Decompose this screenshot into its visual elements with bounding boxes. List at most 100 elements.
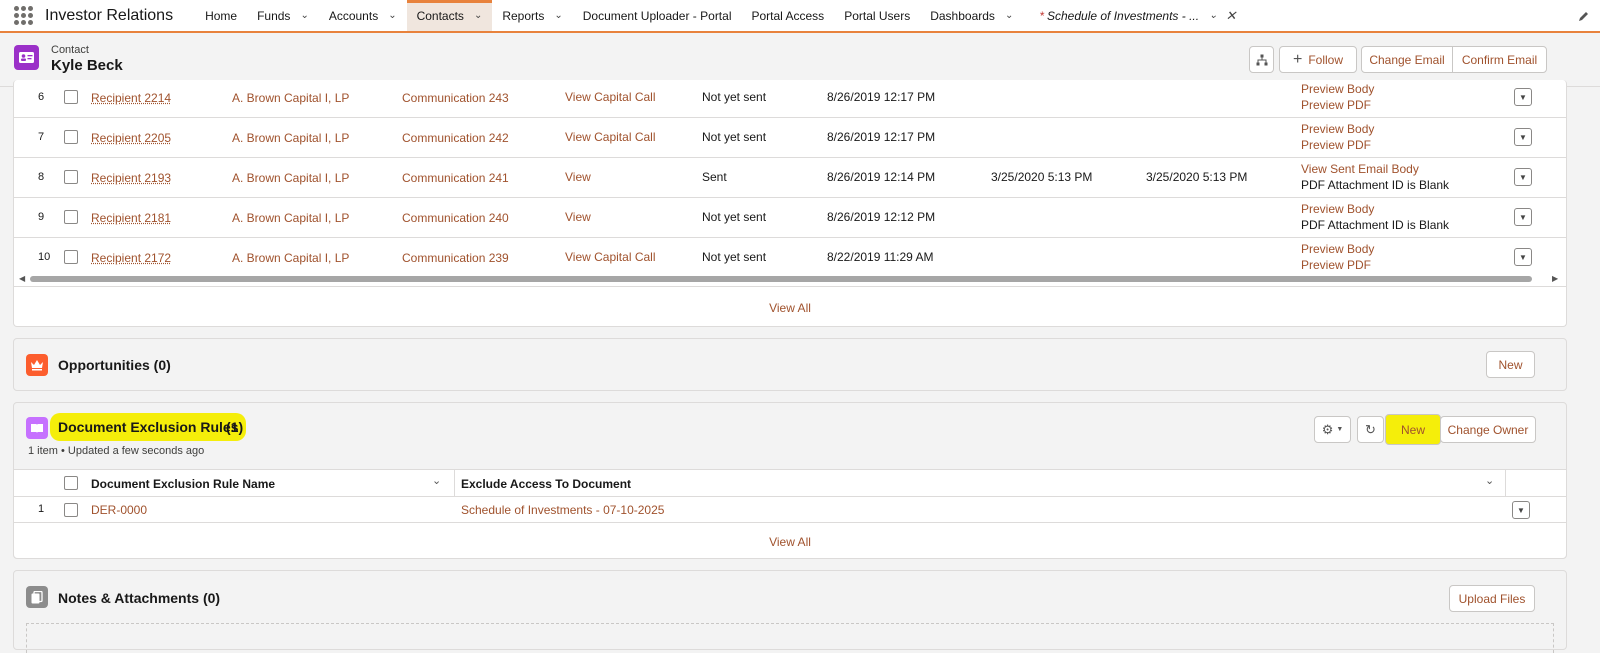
scrollbar-thumb[interactable] bbox=[30, 276, 1532, 282]
recipient-link[interactable]: Recipient 2214 bbox=[91, 91, 171, 105]
recipient-link[interactable]: Recipient 2193 bbox=[91, 171, 171, 185]
change-email-button[interactable]: Change Email bbox=[1361, 46, 1453, 73]
communication-link[interactable]: Communication 242 bbox=[402, 131, 509, 145]
communication-link[interactable]: Communication 243 bbox=[402, 91, 509, 105]
tab-home[interactable]: Home bbox=[195, 0, 247, 31]
row-checkbox[interactable] bbox=[64, 503, 78, 517]
chevron-down-icon[interactable]: ⌄ bbox=[1005, 10, 1013, 21]
row-checkbox[interactable] bbox=[64, 130, 78, 144]
created-date: 8/22/2019 11:29 AM bbox=[827, 250, 934, 264]
tab-accounts[interactable]: Accounts ⌄ bbox=[319, 0, 407, 31]
row-actions-button[interactable]: ▼ bbox=[1514, 128, 1532, 146]
row-checkbox[interactable] bbox=[64, 90, 78, 104]
pencil-icon[interactable] bbox=[1578, 10, 1590, 22]
column-exclude-access[interactable]: Exclude Access To Document bbox=[461, 477, 631, 491]
preview-pdf-link[interactable]: Preview PDF bbox=[1301, 98, 1371, 112]
chevron-down-icon[interactable]: ⌄ bbox=[474, 10, 482, 21]
row-checkbox[interactable] bbox=[64, 250, 78, 264]
view-link[interactable]: View Capital Call bbox=[565, 250, 656, 264]
change-owner-button[interactable]: Change Owner bbox=[1440, 416, 1536, 443]
upload-files-button[interactable]: Upload Files bbox=[1449, 585, 1535, 612]
preview-body-link[interactable]: Preview Body bbox=[1301, 242, 1374, 256]
pdf-attachment-note: PDF Attachment ID is Blank bbox=[1301, 218, 1450, 232]
table-row: 6 Recipient 2214 A. Brown Capital I, LP Com… bbox=[14, 80, 1566, 118]
sent-date: 3/25/2020 5:13 PM bbox=[991, 170, 1093, 184]
tab-document-uploader-portal[interactable]: Document Uploader - Portal bbox=[573, 0, 742, 31]
list-settings-button[interactable]: ⚙ ▼ bbox=[1314, 416, 1351, 443]
chevron-down-icon[interactable]: ⌄ bbox=[388, 10, 396, 21]
recipient-link[interactable]: Recipient 2205 bbox=[91, 131, 171, 145]
account-link[interactable]: A. Brown Capital I, LP bbox=[232, 251, 349, 265]
contact-icon bbox=[14, 45, 39, 70]
scroll-right-icon[interactable]: ▶ bbox=[1552, 274, 1558, 283]
row-actions-button[interactable]: ▼ bbox=[1512, 501, 1530, 519]
chevron-down-icon[interactable]: ⌄ bbox=[300, 10, 308, 21]
row-number: 8 bbox=[38, 171, 45, 183]
chevron-down-icon[interactable]: ⌄ bbox=[554, 10, 562, 21]
refresh-button[interactable]: ↻ bbox=[1357, 416, 1384, 443]
account-link[interactable]: A. Brown Capital I, LP bbox=[232, 91, 349, 105]
horizontal-scrollbar[interactable]: ◀ ▶ bbox=[14, 274, 1566, 284]
row-actions-button[interactable]: ▼ bbox=[1514, 248, 1532, 266]
view-link[interactable]: View bbox=[565, 170, 591, 184]
rules-table-header: Document Exclusion Rule Name ⌄ Exclude A… bbox=[14, 469, 1566, 497]
communications-table: 6 Recipient 2214 A. Brown Capital I, LP Com… bbox=[14, 80, 1566, 277]
row-checkbox[interactable] bbox=[64, 210, 78, 224]
view-link[interactable]: View bbox=[565, 210, 591, 224]
tab-dashboards[interactable]: Dashboards ⌄ bbox=[920, 0, 1023, 31]
row-actions-button[interactable]: ▼ bbox=[1514, 168, 1532, 186]
communication-link[interactable]: Communication 239 bbox=[402, 251, 509, 265]
nav-tabs: Home Funds ⌄ Accounts ⌄ Contacts ⌄ Reports ⌄ Docu… bbox=[195, 0, 1023, 31]
preview-pdf-link[interactable]: Preview PDF bbox=[1301, 258, 1371, 272]
recipient-link[interactable]: Recipient 2181 bbox=[91, 211, 171, 225]
app-name: Investor Relations bbox=[45, 6, 174, 24]
select-all-checkbox[interactable] bbox=[64, 476, 78, 490]
notes-title[interactable]: Notes & Attachments (0) bbox=[58, 590, 220, 606]
document-link[interactable]: Schedule of Investments - 07-10-2025 bbox=[461, 503, 664, 517]
tab-funds[interactable]: Funds ⌄ bbox=[247, 0, 319, 31]
scroll-left-icon[interactable]: ◀ bbox=[19, 274, 25, 283]
follow-button[interactable]: + Follow bbox=[1279, 46, 1357, 73]
chevron-down-icon[interactable]: ⌄ bbox=[1209, 10, 1217, 21]
document-exclusion-rules-title[interactable]: Document Exclusion Rules bbox=[50, 413, 247, 441]
row-actions-button[interactable]: ▼ bbox=[1514, 88, 1532, 106]
account-link[interactable]: A. Brown Capital I, LP bbox=[232, 131, 349, 145]
tab-label: Portal Users bbox=[844, 8, 911, 23]
chevron-down-icon[interactable]: ⌄ bbox=[1485, 474, 1494, 487]
chevron-down-icon[interactable]: ⌄ bbox=[432, 474, 441, 487]
row-checkbox[interactable] bbox=[64, 170, 78, 184]
app-launcher-icon[interactable] bbox=[12, 5, 34, 27]
column-rule-name[interactable]: Document Exclusion Rule Name bbox=[91, 477, 275, 491]
tab-contacts[interactable]: Contacts ⌄ bbox=[406, 0, 493, 31]
confirm-email-button[interactable]: Confirm Email bbox=[1452, 46, 1547, 73]
tab-reports[interactable]: Reports ⌄ bbox=[492, 0, 572, 31]
preview-body-link[interactable]: Preview Body bbox=[1301, 122, 1374, 136]
tab-label: Contacts bbox=[416, 8, 464, 23]
tab-label: Schedule of Investments - ... bbox=[1047, 8, 1200, 23]
hierarchy-button[interactable] bbox=[1249, 46, 1274, 73]
tab-schedule-of-investments[interactable]: * Schedule of Investments - ... ⌄ ✕ bbox=[1029, 0, 1246, 31]
communication-link[interactable]: Communication 241 bbox=[402, 171, 509, 185]
communication-link[interactable]: Communication 240 bbox=[402, 211, 509, 225]
preview-body-link[interactable]: View Sent Email Body bbox=[1301, 162, 1419, 176]
view-all-link[interactable]: View All bbox=[14, 535, 1566, 549]
row-actions-button[interactable]: ▼ bbox=[1514, 208, 1532, 226]
new-rule-button[interactable]: New bbox=[1385, 414, 1441, 445]
recipient-link[interactable]: Recipient 2172 bbox=[91, 251, 171, 265]
account-link[interactable]: A. Brown Capital I, LP bbox=[232, 171, 349, 185]
preview-pdf-link[interactable]: Preview PDF bbox=[1301, 138, 1371, 152]
view-link[interactable]: View Capital Call bbox=[565, 90, 656, 104]
new-opportunity-button[interactable]: New bbox=[1486, 351, 1535, 378]
view-link[interactable]: View Capital Call bbox=[565, 130, 656, 144]
preview-body-link[interactable]: Preview Body bbox=[1301, 202, 1374, 216]
preview-body-link[interactable]: Preview Body bbox=[1301, 82, 1374, 96]
account-link[interactable]: A. Brown Capital I, LP bbox=[232, 211, 349, 225]
close-icon[interactable]: ✕ bbox=[1225, 8, 1236, 24]
status-text: Sent bbox=[702, 170, 727, 184]
tab-portal-access[interactable]: Portal Access bbox=[741, 0, 834, 31]
rule-name-link[interactable]: DER-0000 bbox=[91, 503, 147, 517]
tab-label: Document Uploader - Portal bbox=[582, 8, 732, 23]
tab-portal-users[interactable]: Portal Users bbox=[834, 0, 920, 31]
view-all-link[interactable]: View All bbox=[14, 301, 1566, 315]
opportunities-title[interactable]: Opportunities (0) bbox=[58, 357, 171, 373]
